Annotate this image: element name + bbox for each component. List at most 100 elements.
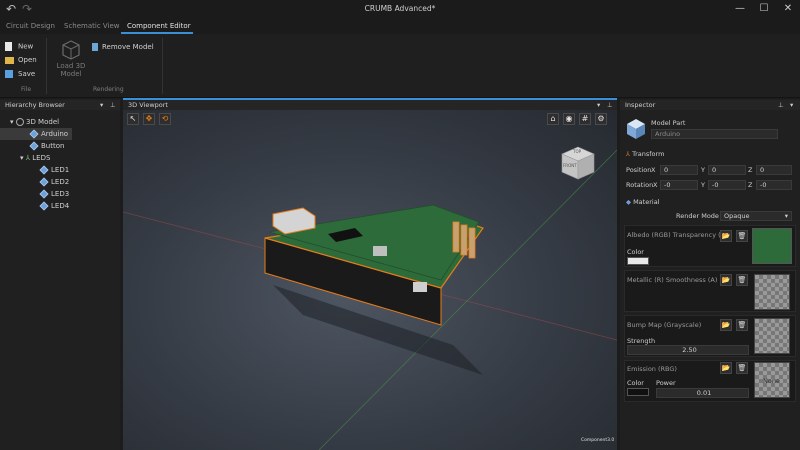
part-icon: [39, 177, 49, 187]
rotation-z-field[interactable]: -0: [756, 180, 792, 190]
metallic-label: Metallic (R) Smoothness (A): [627, 276, 718, 284]
power-field[interactable]: 0.01: [656, 388, 749, 398]
viewport-status: Component3.0: [581, 438, 615, 443]
open-button[interactable]: Open: [5, 56, 37, 64]
metallic-folder-button[interactable]: 📂: [720, 274, 732, 286]
part-icon: [39, 165, 49, 175]
rotation-z-axis: Z: [748, 181, 753, 189]
remove-model-button[interactable]: Remove Model: [92, 43, 154, 51]
position-x-field[interactable]: 0: [660, 165, 698, 175]
tree-item-leds[interactable]: ▾ ⅄ LEDS: [0, 152, 120, 164]
part-icon: [39, 201, 49, 211]
part-icon: [29, 129, 39, 139]
render-mode-select[interactable]: Opaque ▾: [720, 211, 792, 221]
tree-item-led4[interactable]: LED4: [0, 200, 120, 212]
view-cube[interactable]: TOP FRONT: [561, 146, 595, 180]
rotate-tool-button[interactable]: ⟲: [159, 113, 171, 125]
rendering-group-label: Rendering: [93, 86, 124, 93]
cube-top-label: TOP: [573, 149, 582, 154]
cube-front-label: FRONT: [563, 163, 577, 168]
ribbon-separator: [46, 38, 47, 94]
load-3d-model-button[interactable]: Load 3D Model: [52, 40, 90, 78]
cube-icon: [62, 40, 80, 60]
expand-icon[interactable]: ▾: [10, 118, 14, 126]
move-tool-button[interactable]: ✥: [143, 113, 155, 125]
pin-icon[interactable]: ⊥: [110, 100, 116, 110]
tree-item-led2[interactable]: LED2: [0, 176, 120, 188]
albedo-color-label: Color: [627, 248, 644, 256]
part-icon: [29, 141, 39, 151]
part-name-field[interactable]: Arduino: [651, 129, 778, 139]
tab-schematic-view[interactable]: Schematic View: [64, 22, 120, 30]
inspector-title: Inspector: [625, 101, 656, 109]
ribbon-tabs: Circuit Design Schematic View Component …: [0, 19, 800, 34]
position-z-field[interactable]: 0: [756, 165, 792, 175]
inspector-header: Inspector ⊥ ▾: [620, 100, 800, 110]
metallic-delete-button[interactable]: 🗑: [736, 274, 748, 286]
strength-field[interactable]: 2.50: [627, 345, 749, 355]
material-section[interactable]: ◆ Material: [626, 198, 659, 206]
model-part-icon: [626, 118, 646, 140]
hierarchy-header: Hierarchy Browser ▾ ⊥: [0, 100, 120, 110]
albedo-label: Albedo (RGB) Transparency (A): [627, 231, 728, 239]
emission-delete-button[interactable]: 🗑: [736, 362, 748, 374]
albedo-texture-thumb[interactable]: [752, 228, 792, 264]
dropdown-icon[interactable]: ▾: [790, 100, 793, 110]
rotation-x-field[interactable]: -0: [660, 180, 698, 190]
rotation-y-field[interactable]: -0: [708, 180, 746, 190]
bump-label: Bump Map (Grayscale): [627, 321, 702, 329]
home-view-button[interactable]: ⌂: [547, 113, 559, 125]
bump-delete-button[interactable]: 🗑: [736, 319, 748, 331]
tree-item-led1[interactable]: LED1: [0, 164, 120, 176]
albedo-color-swatch[interactable]: [627, 257, 649, 265]
emission-color-swatch[interactable]: [627, 388, 649, 396]
tab-component-editor[interactable]: Component Editor: [127, 22, 191, 30]
position-y-field[interactable]: 0: [708, 165, 746, 175]
position-label: Position: [626, 166, 652, 174]
pin-icon[interactable]: ⊥: [778, 100, 784, 110]
select-tool-button[interactable]: ↖: [127, 113, 139, 125]
transform-section[interactable]: ⅄ Transform: [626, 150, 664, 158]
group-icon: ⅄: [25, 154, 31, 162]
close-button[interactable]: ✕: [776, 1, 800, 17]
model-part-label: Model Part: [651, 119, 686, 127]
metallic-texture-thumb[interactable]: [754, 274, 790, 310]
trash-icon: [92, 43, 98, 51]
dropdown-icon[interactable]: ▾: [597, 100, 600, 110]
dropdown-icon[interactable]: ▾: [100, 100, 103, 110]
maximize-button[interactable]: ☐: [752, 1, 776, 17]
pin-icon[interactable]: ⊥: [607, 100, 613, 110]
expand-icon[interactable]: ▾: [20, 154, 24, 162]
rotation-y-axis: Y: [701, 181, 705, 189]
minimize-button[interactable]: —: [728, 1, 752, 17]
position-x-axis: X: [651, 166, 656, 174]
rotation-label: Rotation: [626, 181, 654, 189]
hierarchy-tree: ▾ 3D Model Arduino Button ▾ ⅄ LEDS LED1 …: [0, 116, 120, 212]
tree-item-led3[interactable]: LED3: [0, 188, 120, 200]
tree-item-arduino[interactable]: Arduino: [0, 128, 72, 140]
save-icon: [5, 70, 13, 78]
emission-folder-button[interactable]: 📂: [720, 362, 732, 374]
material-icon: ◆: [626, 198, 631, 206]
position-z-axis: Z: [748, 166, 753, 174]
tree-item-3d-model[interactable]: ▾ 3D Model: [0, 116, 120, 128]
settings-button[interactable]: ⚙: [595, 113, 607, 125]
part-icon: [39, 189, 49, 199]
emission-color-label: Color: [627, 379, 644, 387]
grid-toggle-button[interactable]: #: [579, 113, 591, 125]
3d-viewport[interactable]: ↖ ✥ ⟲ ⌂ ◉ # ⚙ TOP FRONT Component3.0: [123, 110, 617, 450]
tree-item-button[interactable]: Button: [0, 140, 120, 152]
new-button[interactable]: New: [5, 42, 33, 51]
chevron-down-icon: ▾: [784, 212, 788, 220]
save-button[interactable]: Save: [5, 70, 35, 78]
render-mode-label: Render Mode: [676, 212, 719, 220]
albedo-delete-button[interactable]: 🗑: [736, 230, 748, 242]
position-y-axis: Y: [701, 166, 705, 174]
viewport-scene: [123, 149, 617, 450]
tab-circuit-design[interactable]: Circuit Design: [6, 22, 55, 30]
bump-texture-thumb[interactable]: [754, 318, 790, 354]
albedo-folder-button[interactable]: 📂: [720, 230, 732, 242]
visibility-button[interactable]: ◉: [563, 113, 575, 125]
hierarchy-title: Hierarchy Browser: [5, 101, 65, 109]
bump-folder-button[interactable]: 📂: [720, 319, 732, 331]
